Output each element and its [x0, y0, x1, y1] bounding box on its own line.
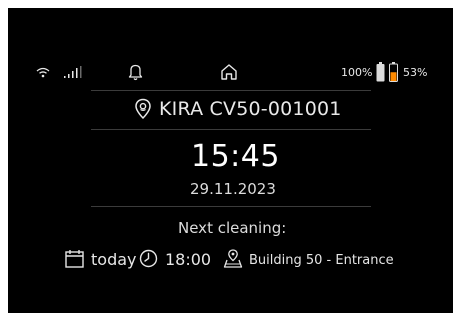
current-time: 15:45	[191, 139, 280, 174]
calendar-icon	[65, 249, 84, 268]
location-pin-icon	[134, 98, 152, 120]
battery-low-icon	[389, 62, 398, 82]
next-cleaning-label: Next cleaning:	[178, 219, 287, 237]
signal-icon	[63, 66, 83, 78]
battery-full-icon	[376, 62, 385, 82]
map-pin-icon	[223, 249, 243, 268]
divider-clock	[91, 206, 371, 207]
device-screen: 100% 53% KIRA CV50-001001 15:45 29.11.20…	[8, 8, 453, 313]
wifi-icon	[36, 67, 50, 78]
battery-main-percent: 100%	[341, 66, 373, 79]
clock-icon	[139, 249, 158, 268]
next-cleaning-day: today	[91, 250, 137, 269]
divider-top	[91, 90, 371, 91]
next-cleaning-time: 18:00	[165, 250, 212, 269]
current-date: 29.11.2023	[190, 180, 276, 198]
divider-device	[91, 129, 371, 130]
home-icon[interactable]	[220, 63, 238, 81]
next-cleaning-location: Building 50 - Entrance	[249, 253, 394, 268]
device-name: KIRA CV50-001001	[159, 98, 342, 120]
battery-second-percent: 53%	[403, 66, 428, 79]
bell-icon[interactable]	[128, 63, 143, 81]
